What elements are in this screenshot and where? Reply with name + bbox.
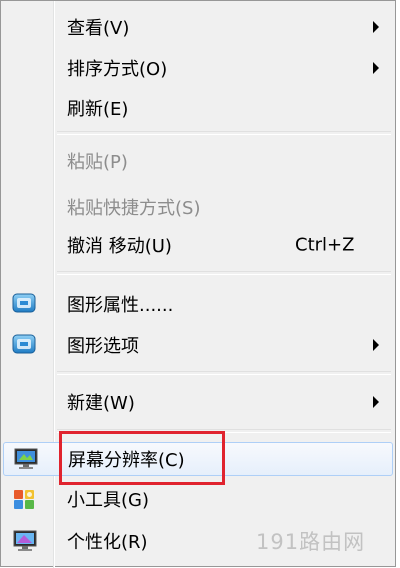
menu-item-undo-move[interactable]: 撤消 移动(U) Ctrl+Z <box>3 229 393 261</box>
submenu-arrow-icon <box>373 62 379 74</box>
menu-item-gadgets[interactable]: 小工具(G) <box>3 483 393 515</box>
menu-item-paste: 粘贴(P) <box>3 145 393 177</box>
menu-item-sort-by[interactable]: 排序方式(O) <box>3 52 393 84</box>
menu-separator <box>57 271 391 275</box>
desktop-context-menu: 查看(V) 排序方式(O) 刷新(E) 粘贴(P) 粘贴快捷方式(S) 撤消 移… <box>0 0 396 568</box>
submenu-arrow-icon <box>373 21 379 33</box>
menu-item-refresh[interactable]: 刷新(E) <box>3 92 393 124</box>
intel-graphics-icon <box>12 333 38 357</box>
submenu-arrow-icon <box>373 339 379 351</box>
menu-item-undo-move-label: 撤消 移动(U) <box>67 236 172 257</box>
menu-item-graphics-options-label: 图形选项 <box>67 336 139 357</box>
screen-resolution-icon <box>13 447 39 471</box>
watermark: 191路由网 <box>256 530 366 554</box>
intel-graphics-icon <box>12 292 38 316</box>
gadgets-icon <box>12 487 38 511</box>
menu-item-refresh-label: 刷新(E) <box>67 99 129 120</box>
menu-item-graphics-options[interactable]: 图形选项 <box>3 329 393 361</box>
menu-item-graphics-properties-label: 图形属性...... <box>67 295 174 316</box>
menu-item-paste-label: 粘贴(P) <box>67 152 128 173</box>
menu-item-view-label: 查看(V) <box>67 18 130 39</box>
menu-separator <box>57 371 391 375</box>
personalize-icon <box>12 529 38 553</box>
undo-shortcut-text: Ctrl+Z <box>295 234 355 256</box>
menu-separator <box>57 131 391 135</box>
menu-item-new[interactable]: 新建(W) <box>3 386 393 418</box>
submenu-arrow-icon <box>373 396 379 408</box>
menu-item-new-label: 新建(W) <box>67 393 135 414</box>
menu-item-paste-shortcut: 粘贴快捷方式(S) <box>3 191 393 223</box>
menu-item-sort-by-label: 排序方式(O) <box>67 59 168 80</box>
menu-item-personalize-label: 个性化(R) <box>67 532 148 553</box>
highlight-annotation-box <box>59 431 225 485</box>
menu-item-view[interactable]: 查看(V) <box>3 11 393 43</box>
menu-item-paste-shortcut-label: 粘贴快捷方式(S) <box>67 198 201 219</box>
menu-item-gadgets-label: 小工具(G) <box>67 490 149 511</box>
menu-item-graphics-properties[interactable]: 图形属性...... <box>3 288 393 320</box>
